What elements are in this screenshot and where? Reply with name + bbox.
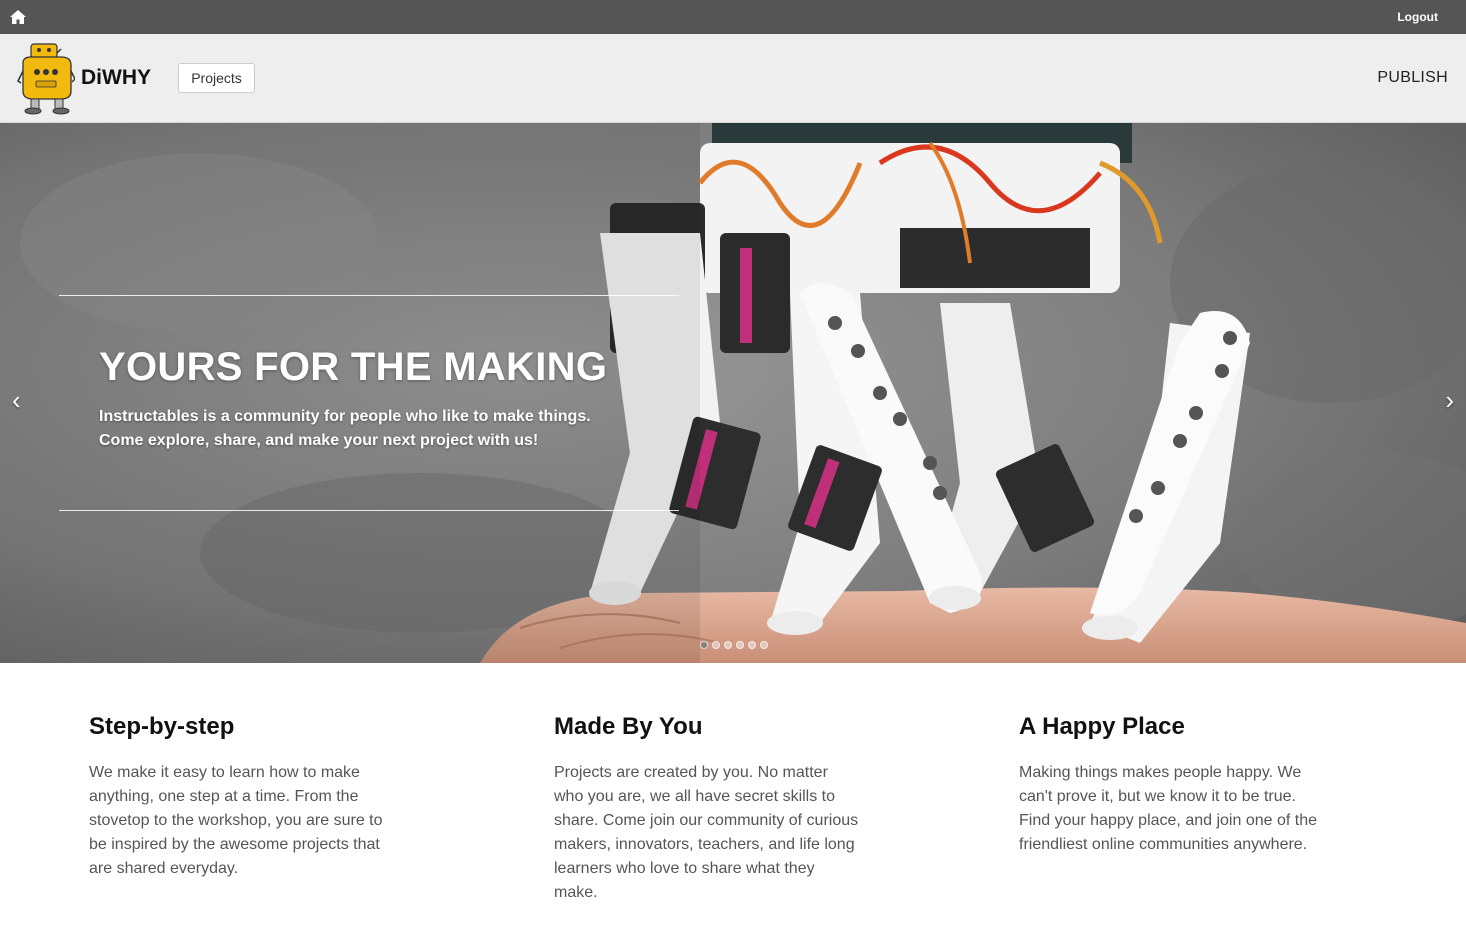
carousel-indicators — [700, 641, 768, 651]
hero-subtitle-line1: Instructables is a community for people … — [99, 408, 591, 425]
publish-link[interactable]: PUBLISH — [1377, 69, 1448, 87]
carousel-prev-button[interactable]: ‹ — [12, 385, 21, 416]
site-header: DiWHY Projects PUBLISH — [0, 34, 1466, 123]
carousel-indicator-dot[interactable] — [700, 641, 708, 649]
carousel-indicator-dot[interactable] — [736, 641, 744, 649]
home-icon[interactable] — [9, 9, 27, 25]
hero-subtitle-line2: Come explore, share, and make your next … — [99, 432, 539, 449]
hero-robot-image — [0, 123, 1466, 663]
feature-text: Making things makes people happy. We can… — [1019, 764, 1317, 853]
carousel-indicator-dot[interactable] — [760, 641, 768, 649]
hero-bottom-rule — [59, 510, 679, 511]
projects-button[interactable]: Projects — [178, 63, 255, 93]
feature-step-by-step: Step-by-step We make it easy to learn ho… — [89, 713, 399, 881]
hero-title: YOURS FOR THE MAKING — [99, 345, 608, 389]
feature-title: A Happy Place — [1019, 713, 1185, 740]
robot-mascot-logo[interactable] — [17, 41, 75, 115]
feature-happy-place: A Happy Place Making things makes people… — [1019, 713, 1329, 857]
hero-top-rule — [59, 295, 679, 296]
logout-link[interactable]: Logout — [1397, 10, 1438, 24]
hero-carousel: YOURS FOR THE MAKING Instructables is a … — [0, 123, 1466, 663]
carousel-indicator-dot[interactable] — [724, 641, 732, 649]
carousel-next-button[interactable]: › — [1445, 385, 1454, 416]
feature-text: Projects are created by you. No matter w… — [554, 764, 859, 901]
brand-name[interactable]: DiWHY — [81, 66, 151, 90]
feature-title: Made By You — [554, 713, 703, 740]
feature-text: We make it easy to learn how to make any… — [89, 764, 383, 877]
top-bar: Logout — [0, 0, 1466, 34]
feature-title: Step-by-step — [89, 713, 235, 740]
feature-made-by-you: Made By You Projects are created by you.… — [554, 713, 864, 905]
carousel-indicator-dot[interactable] — [748, 641, 756, 649]
carousel-indicator-dot[interactable] — [712, 641, 720, 649]
